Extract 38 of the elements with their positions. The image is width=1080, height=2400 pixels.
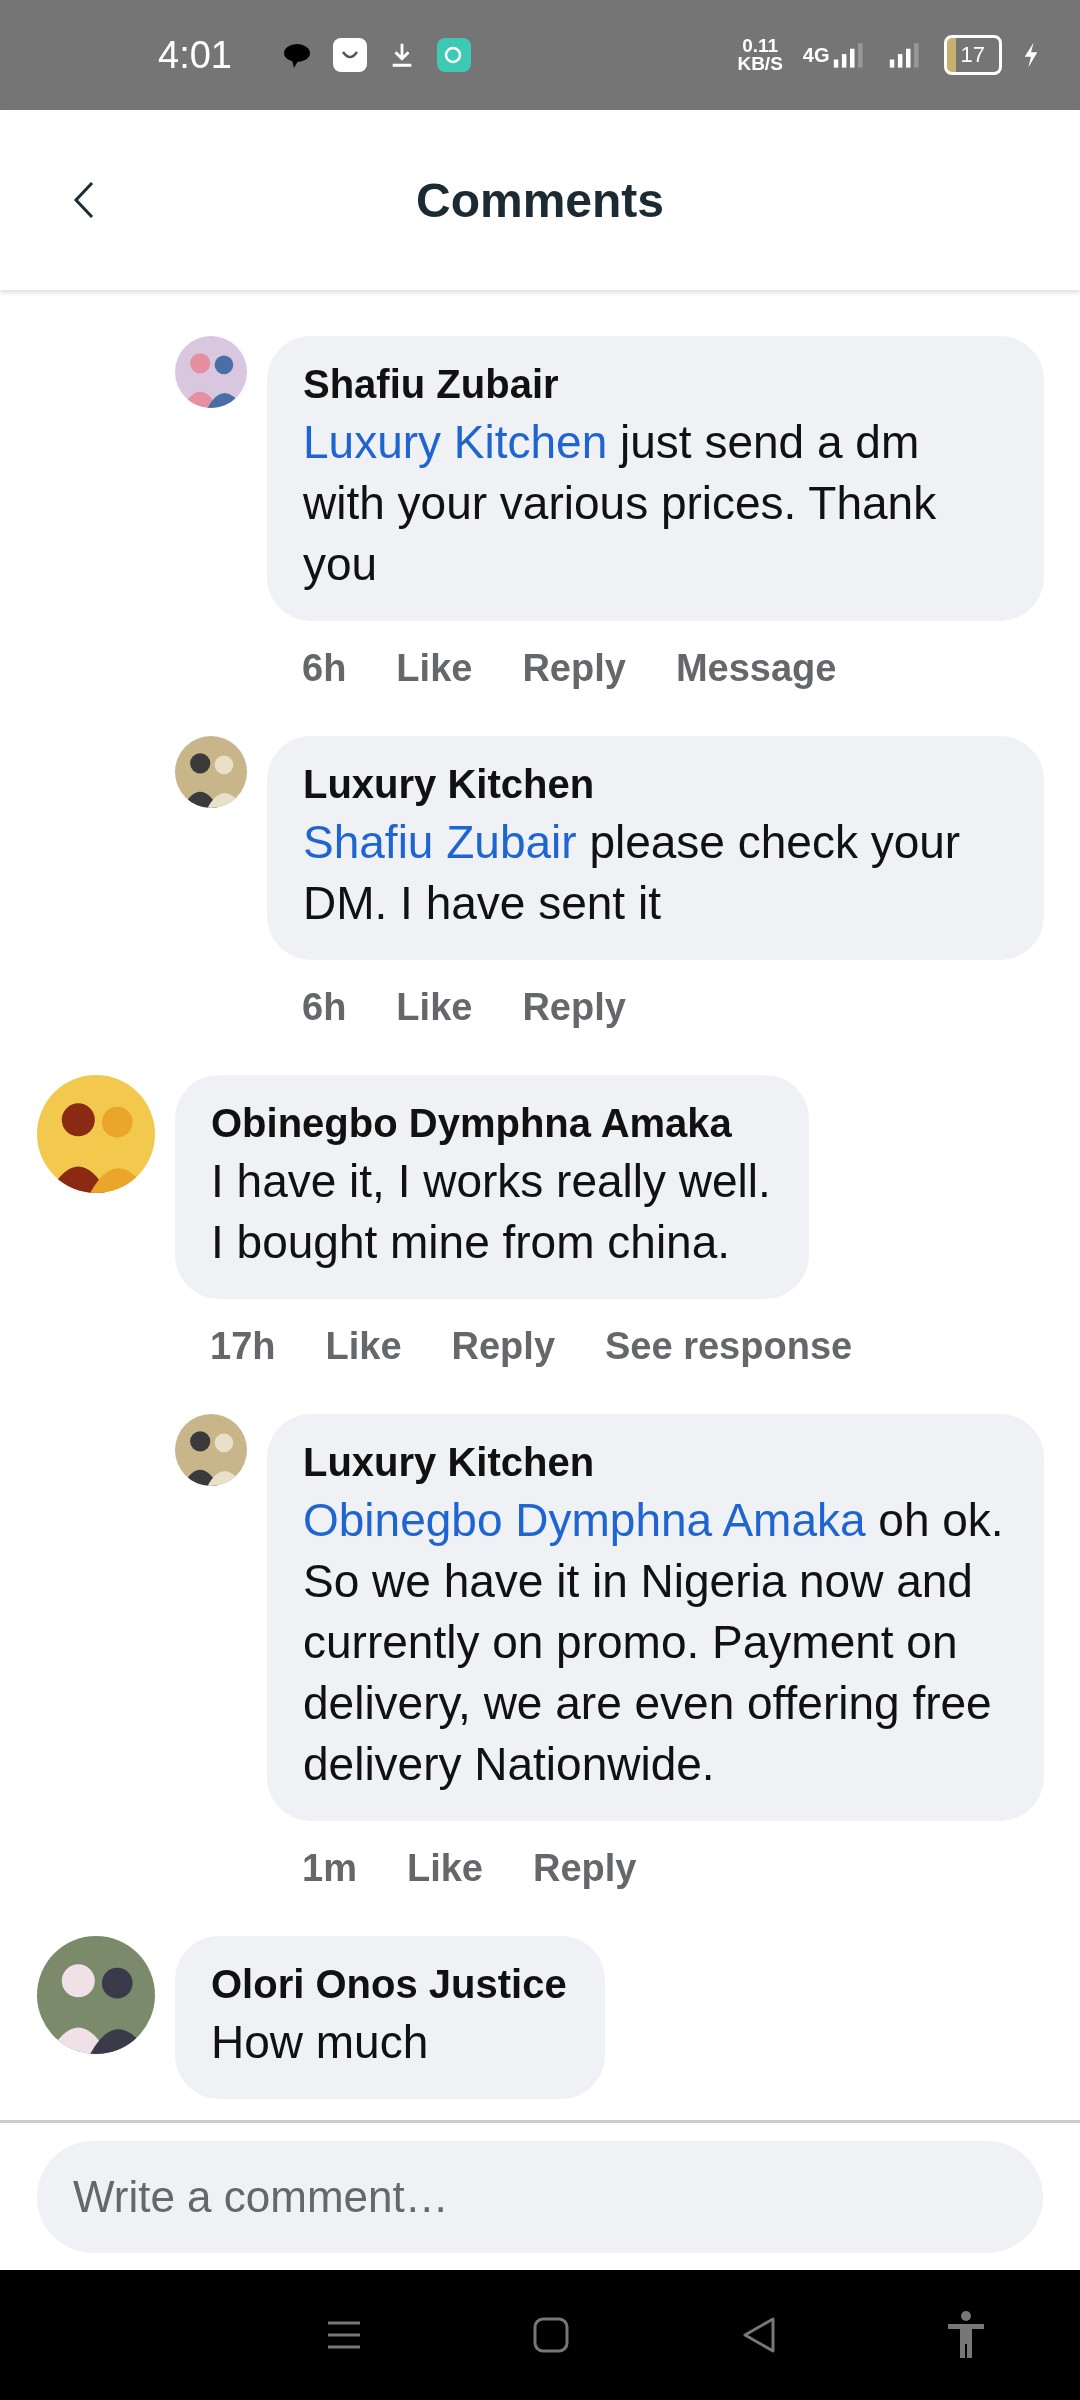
commenter-name[interactable]: Shafiu Zubair bbox=[303, 356, 1006, 412]
network-type: 4G bbox=[802, 43, 830, 67]
comment-action[interactable]: Reply bbox=[522, 986, 626, 1029]
comment-action[interactable]: Like bbox=[325, 1325, 402, 1368]
comment-time: 1m bbox=[302, 1847, 357, 1890]
comment-action[interactable]: Like bbox=[396, 986, 473, 1029]
back-icon[interactable] bbox=[72, 180, 96, 220]
commenter-name[interactable]: Olori Onos Justice bbox=[211, 1956, 567, 2012]
comment-text: How much bbox=[211, 2015, 430, 2070]
comment-input[interactable]: Write a comment… bbox=[37, 2140, 1043, 2253]
comment-action[interactable]: Message bbox=[675, 647, 837, 690]
comment-action[interactable]: Reply bbox=[522, 647, 626, 690]
page-title: Comments bbox=[415, 172, 664, 228]
comment-time: 17h bbox=[210, 1325, 276, 1368]
mention-link[interactable]: Luxury Kitchen bbox=[303, 416, 608, 468]
app-icon bbox=[331, 37, 368, 73]
clock: 4:01 bbox=[158, 33, 232, 77]
comment-action[interactable]: Reply bbox=[451, 1325, 555, 1368]
app-icon bbox=[435, 37, 472, 73]
comment-text: Obinegbo Dymphna Amaka oh ok. So we have it in Nigeria now and currently on promo. Payment on delivery, we are even offering free delivery Nationwide. bbox=[303, 1493, 1005, 1792]
mention-link[interactable]: Obinegbo Dymphna Amaka bbox=[303, 1494, 866, 1546]
comment-time: 6h bbox=[302, 986, 347, 1029]
comment-action[interactable]: See response bbox=[605, 1325, 853, 1368]
commenter-name[interactable]: Obinegbo Dymphna Amaka bbox=[211, 1095, 771, 1151]
comment-text: Luxury Kitchen just send a dm with your various prices. Thank you bbox=[303, 415, 938, 592]
comment-text: I have it, I works really well. I bought mine from china. bbox=[211, 1154, 771, 1270]
network-speed: 0.11 KB/S bbox=[737, 37, 783, 73]
commenter-name[interactable]: Luxury Kitchen bbox=[303, 1434, 1006, 1490]
comment-action[interactable]: Like bbox=[406, 1847, 483, 1890]
mention-link[interactable]: Shafiu Zubair bbox=[303, 816, 577, 868]
comment-action[interactable]: Reply bbox=[532, 1847, 637, 1890]
home-icon[interactable] bbox=[531, 2315, 572, 2355]
commenter-name[interactable]: Luxury Kitchen bbox=[303, 756, 1006, 812]
battery-indicator: 17 bbox=[943, 35, 1002, 75]
comment-action[interactable]: Like bbox=[396, 647, 473, 690]
accessibility-icon[interactable] bbox=[946, 2310, 987, 2360]
comment-time: 6h bbox=[302, 647, 347, 690]
comment-text: Shafiu Zubair please check your DM. I have sent it bbox=[303, 815, 962, 931]
